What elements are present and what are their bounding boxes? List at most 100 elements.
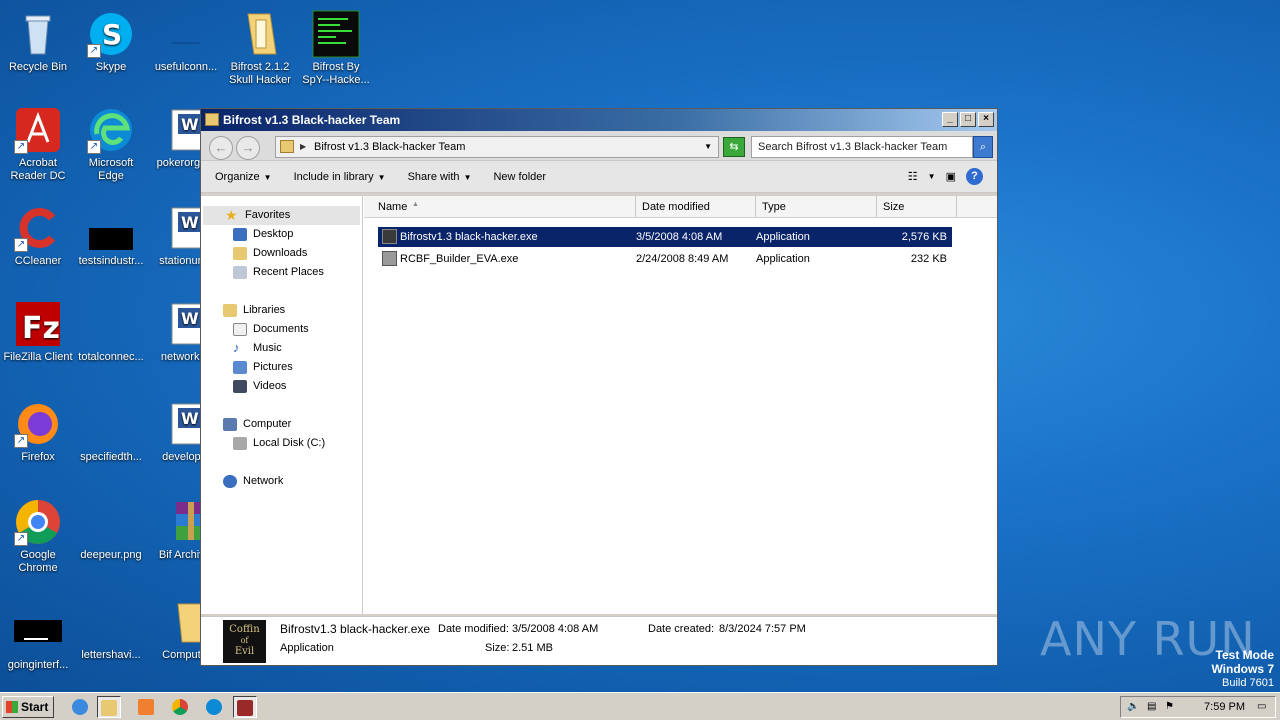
search-input[interactable]: Search Bifrost v1.3 Black-hacker Team: [751, 136, 973, 158]
desktop-icon-bifrost-212[interactable]: Bifrost 2.1.2 Skull Hacker: [222, 6, 298, 87]
column-date-modified[interactable]: Date modified: [636, 196, 756, 217]
taskbar-media-player[interactable]: [134, 696, 158, 718]
network-status-icon[interactable]: ▤: [1147, 701, 1161, 714]
desktop-icon-totalconnec[interactable]: totalconnec...: [73, 296, 149, 364]
desktop-icon-bifrost-spy[interactable]: Bifrost By SpY--Hacke...: [298, 6, 374, 87]
desktop-icon-filezilla[interactable]: Fz FileZilla Client: [0, 296, 76, 364]
nav-local-disk[interactable]: Local Disk (C:): [201, 434, 362, 453]
chrome-icon: ↗: [14, 498, 62, 546]
file-date: 3/5/2008 4:08 AM: [636, 231, 723, 243]
column-headers: Name ▲ Date modified Type Size: [364, 196, 997, 218]
shortcut-arrow-icon: ↗: [87, 140, 101, 154]
desktop-icon-deepeur[interactable]: deepeur.png: [73, 494, 149, 562]
share-with-button[interactable]: Share with ▼: [408, 171, 472, 183]
desktop-icon: [233, 228, 247, 241]
desktop-icon-edge[interactable]: ↗ Microsoft Edge: [73, 102, 149, 183]
column-type[interactable]: Type: [756, 196, 877, 217]
details-size-label: Size:: [485, 642, 510, 654]
new-folder-button[interactable]: New folder: [493, 171, 546, 183]
close-button[interactable]: ×: [978, 112, 994, 127]
nav-libraries[interactable]: Libraries: [201, 301, 362, 320]
svg-text:W: W: [181, 213, 199, 232]
show-desktop-icon[interactable]: ▭: [1257, 701, 1271, 714]
organize-button[interactable]: Organize ▼: [215, 171, 272, 183]
file-size: 232 KB: [910, 253, 947, 265]
forward-button[interactable]: →: [236, 136, 260, 160]
nav-downloads[interactable]: Downloads: [201, 244, 362, 263]
svg-text:W: W: [181, 309, 199, 328]
desktop-icon-recycle-bin[interactable]: Recycle Bin: [0, 6, 76, 74]
desktop-icon-ccleaner[interactable]: ↗ CCleaner: [0, 200, 76, 268]
desktop-icon-goinginterf[interactable]: goinginterf...: [0, 604, 76, 672]
refresh-button[interactable]: ⇆: [723, 137, 745, 157]
nav-videos[interactable]: Videos: [201, 377, 362, 396]
star-icon: ★: [225, 207, 238, 223]
preview-pane-icon[interactable]: ▣: [946, 170, 956, 183]
action-center-icon[interactable]: ⚑: [1165, 701, 1179, 714]
nav-music[interactable]: ♪ Music: [201, 339, 362, 358]
window-title: Bifrost v1.3 Black-hacker Team: [223, 113, 401, 127]
column-size[interactable]: Size: [877, 196, 957, 217]
file-name: RCBF_Builder_EVA.exe: [400, 253, 519, 265]
svg-text:W: W: [181, 409, 199, 428]
desktop-icon-lettershavi[interactable]: lettershavi...: [73, 594, 149, 662]
chevron-down-icon: ▼: [463, 172, 472, 182]
chevron-down-icon[interactable]: ▼: [704, 137, 712, 157]
maximize-button[interactable]: □: [960, 112, 976, 127]
breadcrumb-separator-icon: ▶: [300, 142, 307, 151]
media-player-icon: [138, 699, 154, 715]
volume-icon[interactable]: 🔈: [1127, 701, 1141, 714]
details-date-created-label: Date created:: [648, 623, 715, 635]
computer-icon: [223, 418, 237, 431]
desktop-icon-firefox[interactable]: ↗ Firefox: [0, 396, 76, 464]
search-icon[interactable]: ⌕: [973, 136, 993, 158]
application-icon: [382, 251, 397, 266]
details-size: 2.51 MB: [512, 642, 553, 654]
column-name[interactable]: Name ▲: [364, 196, 636, 217]
taskbar-internet-explorer[interactable]: [68, 696, 92, 718]
taskbar-edge[interactable]: [202, 696, 226, 718]
nav-documents[interactable]: Documents: [201, 320, 362, 339]
file-row[interactable]: RCBF_Builder_EVA.exe 2/24/2008 8:49 AM A…: [378, 249, 952, 269]
system-tray: 🔈 ▤ ⚑ 7:59 PM ▭: [1120, 696, 1276, 718]
folder-icon: [236, 10, 284, 58]
chevron-down-icon: ▼: [263, 172, 272, 182]
ccleaner-icon: ↗: [14, 204, 62, 252]
nav-recent-places[interactable]: Recent Places: [201, 263, 362, 282]
help-icon[interactable]: ?: [966, 168, 983, 185]
network-icon: [223, 475, 237, 488]
taskbar-explorer[interactable]: [97, 696, 121, 718]
include-in-library-button[interactable]: Include in library ▼: [294, 171, 386, 183]
desktop-icon-testsindustr[interactable]: testsindustr...: [73, 200, 149, 268]
taskbar-bifrost-app[interactable]: [233, 696, 257, 718]
desktop-icon-specifiedth[interactable]: specifiedth...: [73, 396, 149, 464]
address-field[interactable]: ▶ Bifrost v1.3 Black-hacker Team ▼: [275, 136, 719, 158]
desktop-icon-skype[interactable]: S ↗ Skype: [73, 6, 149, 74]
view-options-icon[interactable]: ☷: [908, 170, 918, 183]
documents-icon: [233, 323, 247, 336]
nav-pictures[interactable]: Pictures: [201, 358, 362, 377]
file-list: Name ▲ Date modified Type Size Bifrostv1.…: [364, 196, 997, 614]
nav-favorites[interactable]: ★ Favorites: [203, 206, 360, 225]
downloads-folder-icon: [233, 247, 247, 260]
nav-desktop[interactable]: Desktop: [201, 225, 362, 244]
nav-computer[interactable]: Computer: [201, 415, 362, 434]
back-button[interactable]: ←: [209, 136, 233, 160]
nav-network[interactable]: Network: [201, 472, 362, 491]
start-button[interactable]: Start: [2, 696, 54, 718]
desktop-icon-chrome[interactable]: ↗ Google Chrome: [0, 494, 76, 575]
view-dropdown-icon[interactable]: ▼: [928, 172, 936, 181]
taskbar-chrome[interactable]: [168, 696, 192, 718]
explorer-window: Bifrost v1.3 Black-hacker Team _ □ × ← →…: [200, 108, 998, 666]
chevron-down-icon: ▼: [377, 172, 386, 182]
svg-text:W: W: [181, 115, 199, 134]
filezilla-icon: Fz: [14, 300, 62, 348]
desktop-icon-usefulconn[interactable]: usefulconn...: [148, 6, 224, 74]
clock[interactable]: 7:59 PM: [1204, 701, 1245, 713]
file-row[interactable]: Bifrostv1.3 black-hacker.exe 3/5/2008 4:…: [378, 227, 952, 247]
desktop-icon-acrobat[interactable]: ↗ Acrobat Reader DC: [0, 102, 76, 183]
minimize-button[interactable]: _: [942, 112, 958, 127]
winrar-icon: [237, 700, 253, 716]
shortcut-arrow-icon: ↗: [14, 238, 28, 252]
window-titlebar[interactable]: Bifrost v1.3 Black-hacker Team _ □ ×: [201, 109, 997, 131]
